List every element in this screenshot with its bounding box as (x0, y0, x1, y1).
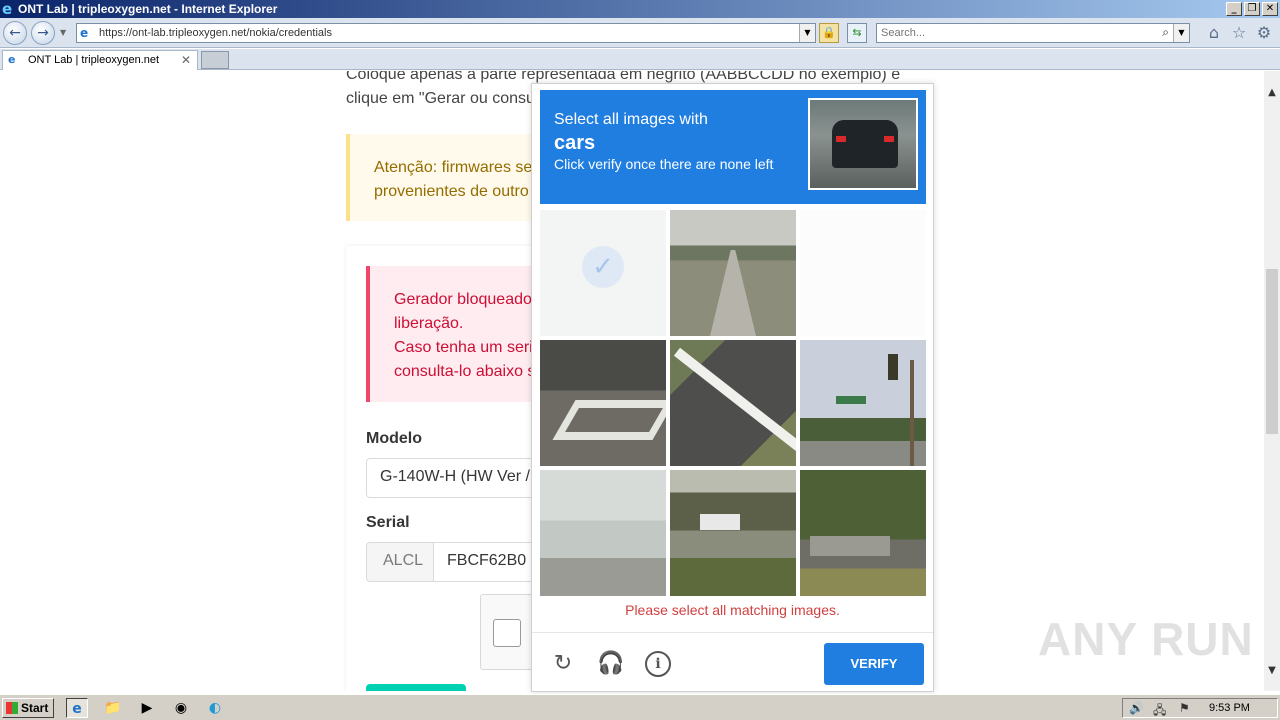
ie-logo-icon: e (2, 0, 13, 18)
example-car-image (808, 98, 918, 190)
tab-favicon-icon: e (8, 53, 16, 66)
clock: 9:53 PM (1209, 702, 1250, 714)
danger-line: liberação. (394, 315, 464, 332)
network-icon[interactable]: 🖧 (1153, 701, 1166, 720)
headphones-icon[interactable]: 🎧 (597, 651, 624, 677)
warning-line: Atenção: firmwares ser (374, 159, 538, 176)
restore-button[interactable]: ❐ (1244, 2, 1260, 16)
serial-label: Serial (366, 514, 410, 531)
tab-label: ONT Lab | tripleoxygen.net (28, 54, 160, 66)
scroll-up-icon[interactable]: ▲ (1264, 85, 1280, 101)
edge-icon[interactable]: ◐ (204, 698, 226, 718)
start-button[interactable]: Start (2, 698, 54, 718)
danger-line: consulta-lo abaixo s (394, 363, 536, 380)
history-dropdown-icon[interactable]: ▼ (60, 28, 66, 37)
anyrun-watermark: ANY RUN (1038, 613, 1254, 665)
tab-close-icon[interactable]: ✕ (181, 53, 191, 67)
selected-check-icon: ✓ (582, 246, 624, 288)
image-tile[interactable] (540, 470, 666, 596)
url-text[interactable]: https://ont-lab.tripleoxygen.net/nokia/c… (99, 27, 332, 39)
image-tile[interactable] (800, 470, 926, 596)
address-bar[interactable]: e https://ont-lab.tripleoxygen.net/nokia… (76, 23, 816, 43)
tab-ont-lab[interactable]: e ONT Lab | tripleoxygen.net ✕ (2, 50, 198, 70)
chrome-icon[interactable]: ◉ (170, 698, 192, 718)
captcha-footer: ↻ 🎧 i VERIFY (532, 632, 933, 692)
tab-row: e ONT Lab | tripleoxygen.net ✕ (0, 49, 1280, 70)
window-title: ONT Lab | tripleoxygen.net - Internet Ex… (18, 2, 278, 16)
image-tile[interactable] (670, 340, 796, 466)
image-tile[interactable] (800, 340, 926, 466)
search-dropdown-icon[interactable]: ▼ (1173, 24, 1189, 42)
vertical-scrollbar[interactable]: ▲ ▼ (1264, 71, 1280, 691)
volume-icon[interactable]: 🔊 (1129, 701, 1144, 715)
lock-icon[interactable]: 🔒 (819, 23, 839, 43)
page-icon: e (80, 26, 89, 40)
image-tile[interactable] (540, 340, 666, 466)
close-window-button[interactable]: ✕ (1262, 2, 1278, 16)
image-tile[interactable]: ✓ (540, 210, 666, 336)
search-icon[interactable]: ⌕ (1162, 25, 1169, 40)
captcha-challenge: Select all images with cars Click verify… (531, 83, 934, 692)
serial-prefix: ALCL (383, 552, 424, 569)
start-label: Start (21, 701, 49, 715)
info-icon[interactable]: i (645, 651, 671, 677)
windows-logo-icon (6, 702, 18, 714)
submit-button[interactable] (366, 684, 466, 691)
system-tray: 🔊 🖧 ⚑ 9:53 PM (1122, 698, 1278, 718)
address-row: ← → ▼ e https://ont-lab.tripleoxygen.net… (0, 18, 1280, 48)
error-message: Please select all matching images. (625, 602, 840, 618)
hcaptcha-checkbox[interactable] (493, 619, 521, 647)
scroll-thumb[interactable] (1266, 269, 1278, 434)
action-center-flag-icon[interactable]: ⚑ (1179, 701, 1190, 715)
favorites-star-icon[interactable]: ☆ (1230, 24, 1248, 42)
prompt-instructions: Click verify once there are none left (554, 156, 774, 172)
modelo-label: Modelo (366, 430, 422, 447)
verify-button[interactable]: VERIFY (824, 643, 924, 685)
modelo-value: G-140W-H (HW Ver / (380, 468, 530, 485)
media-player-icon[interactable]: ▶ (136, 698, 158, 718)
new-tab-button[interactable] (201, 51, 229, 69)
search-input[interactable] (881, 26, 1151, 40)
image-grid: ✓ (540, 210, 926, 596)
search-box[interactable]: ⌕ ▼ (876, 23, 1190, 43)
title-bar: e ONT Lab | tripleoxygen.net - Internet … (0, 0, 1280, 18)
ie-taskbar-icon[interactable]: e (66, 698, 88, 718)
home-icon[interactable]: ⌂ (1205, 24, 1223, 42)
danger-line: Caso tenha um seria (394, 339, 542, 356)
refresh-icon[interactable]: ↻ (550, 651, 576, 677)
prompt-text: Select all images with (554, 111, 708, 128)
image-tile[interactable] (800, 210, 926, 336)
back-button[interactable]: ← (3, 21, 27, 45)
image-tile[interactable] (670, 210, 796, 336)
refresh-page-button[interactable]: ⇆ (847, 23, 867, 43)
minimize-button[interactable]: _ (1226, 2, 1242, 16)
taskbar: Start e 📁 ▶ ◉ ◐ 🔊 🖧 ⚑ 9:53 PM (0, 694, 1280, 720)
forward-button[interactable]: → (31, 21, 55, 45)
serial-prefix-addon: ALCL (366, 542, 434, 582)
explorer-folder-icon[interactable]: 📁 (102, 698, 124, 718)
warning-line: provenientes de outro (374, 183, 529, 200)
settings-gear-icon[interactable]: ⚙ (1255, 24, 1273, 42)
serial-value: FBCF62B0 (447, 552, 527, 569)
danger-line: Gerador bloqueado (394, 291, 532, 308)
address-dropdown-icon[interactable]: ▼ (799, 24, 815, 42)
captcha-prompt: Select all images with cars Click verify… (540, 90, 926, 204)
prompt-target: cars (554, 132, 596, 154)
scroll-down-icon[interactable]: ▼ (1264, 663, 1280, 679)
image-tile[interactable] (670, 470, 796, 596)
